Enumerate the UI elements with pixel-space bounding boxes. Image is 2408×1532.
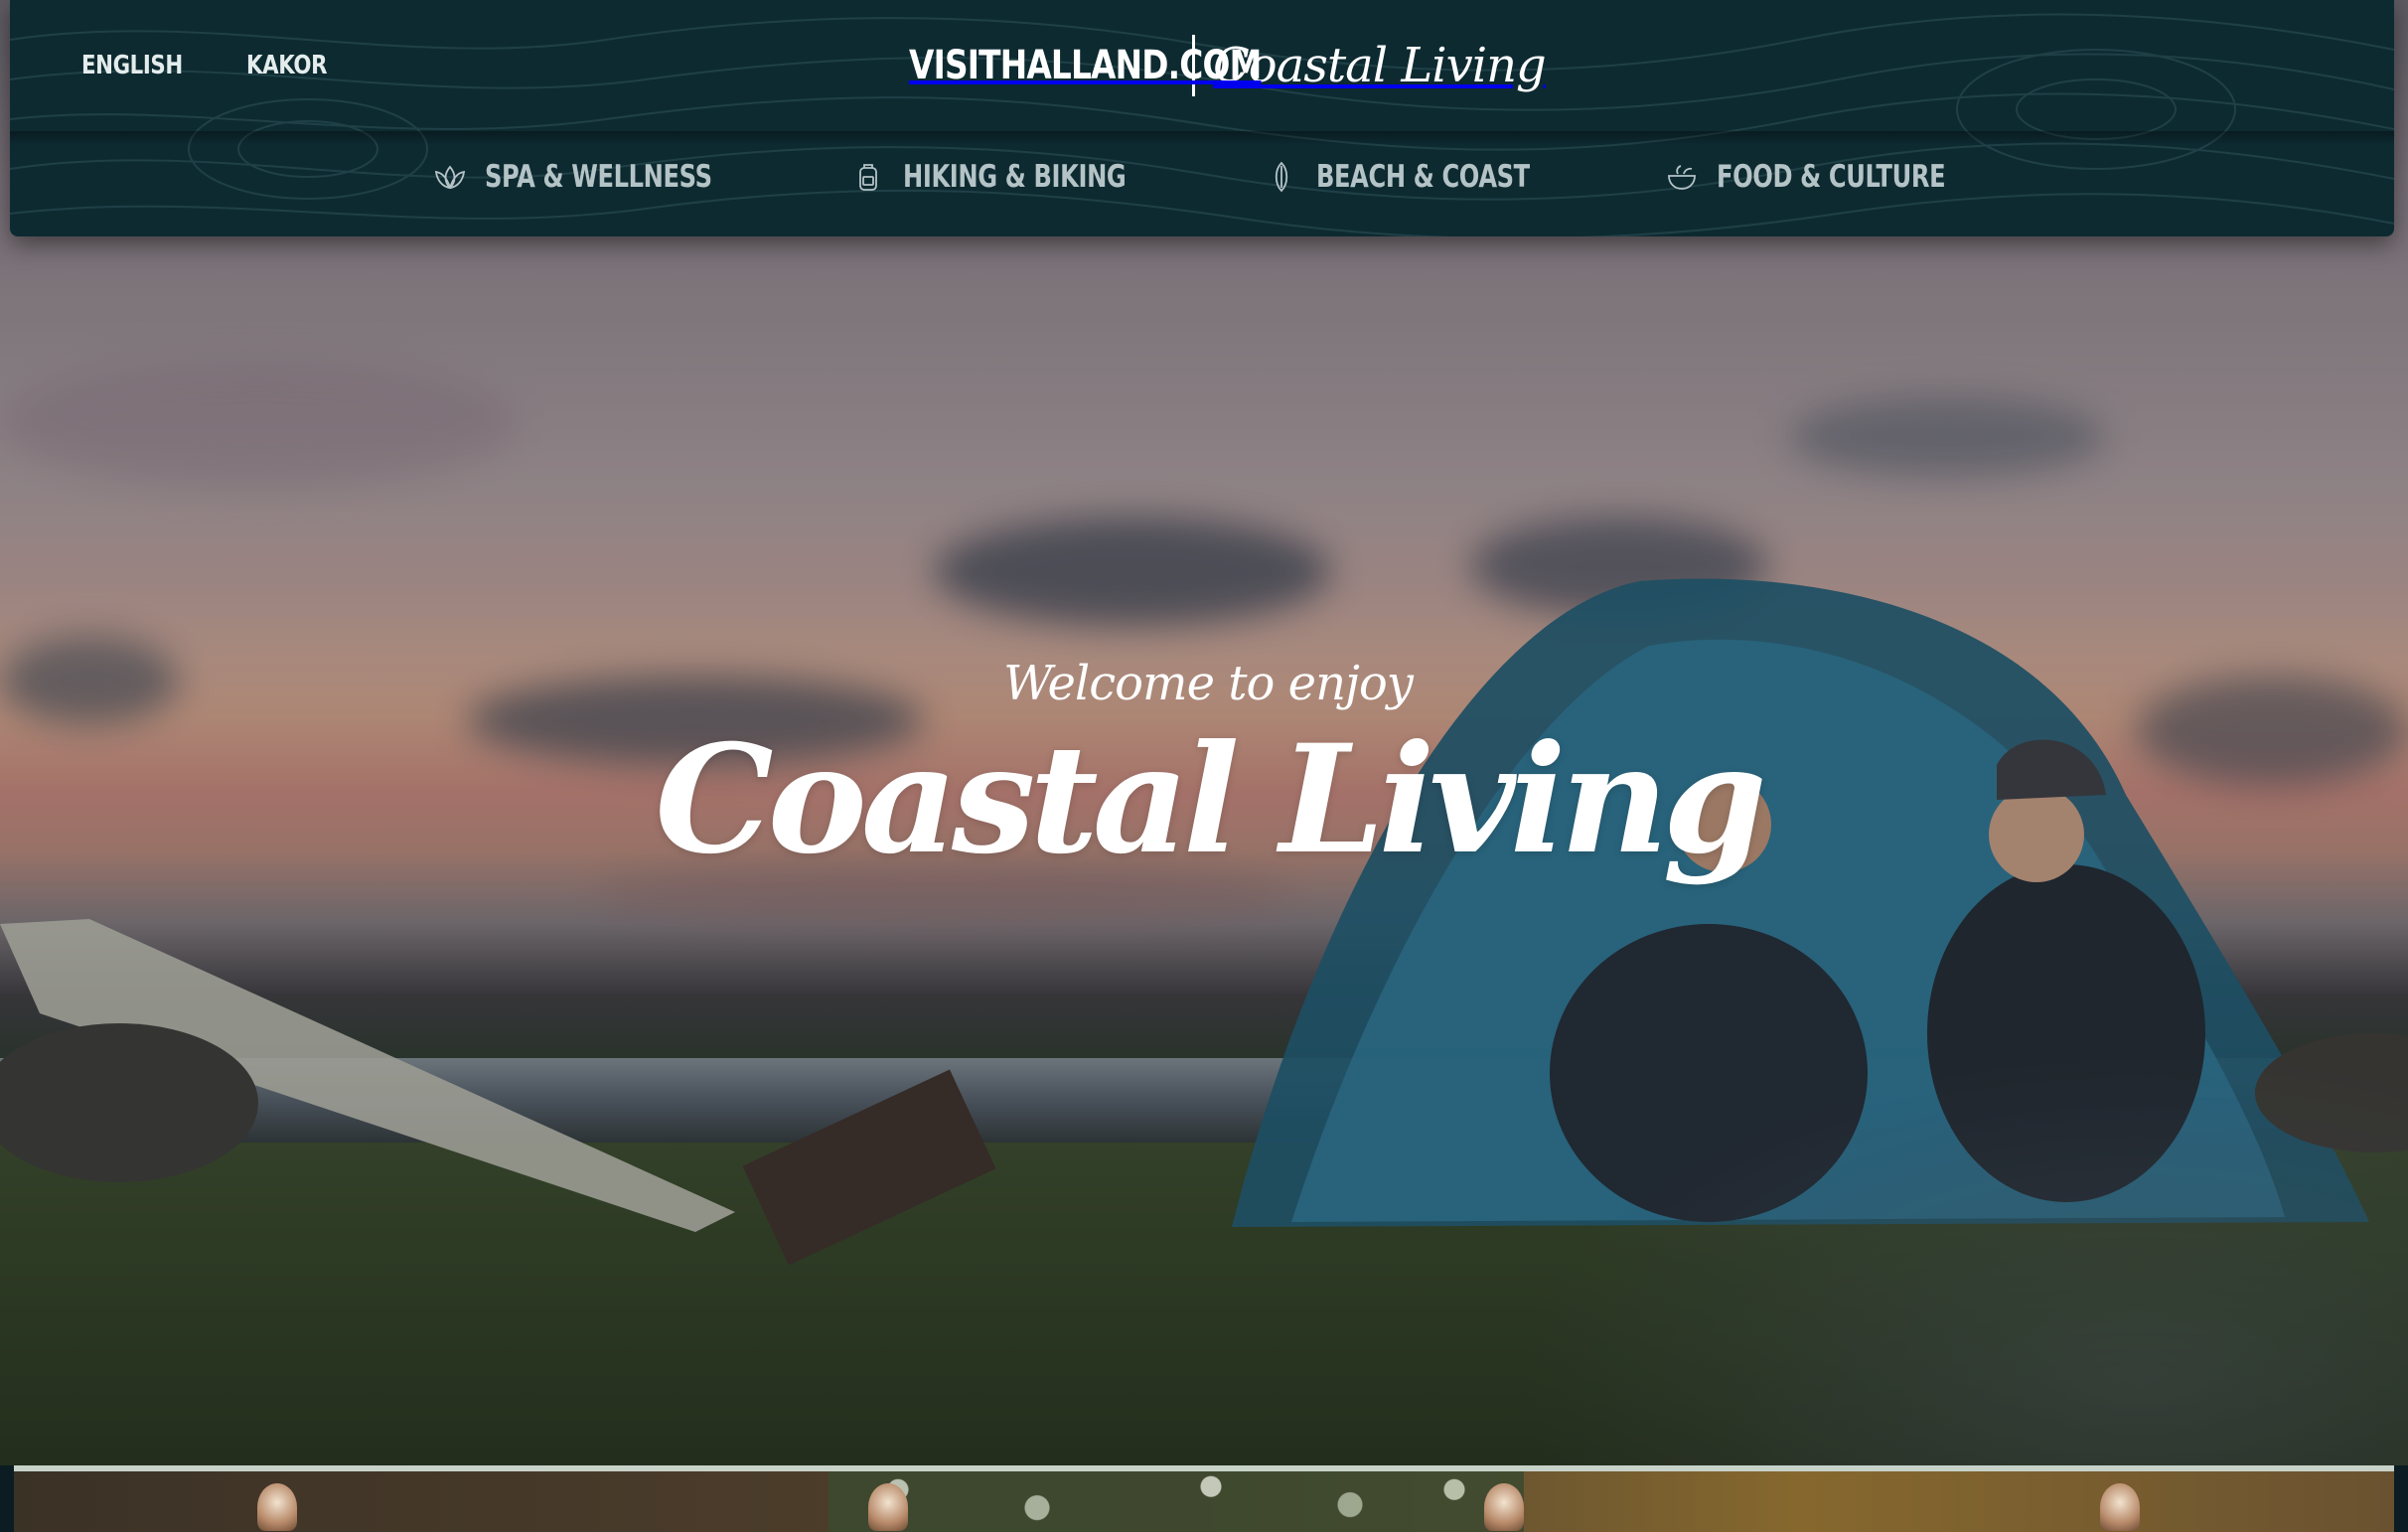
nav-label: BEACH & COAST (1316, 159, 1530, 195)
site-logo[interactable]: VISITHALLAND.COM Coastal Living (909, 30, 1547, 101)
hero-welcome-text: Welcome to enjoy (1003, 656, 1414, 711)
backpack-icon (859, 164, 878, 191)
next-section-image (14, 1465, 2394, 1532)
language-english-link[interactable]: ENGLISH (81, 51, 183, 80)
cookies-link[interactable]: KAKOR (246, 51, 327, 80)
nav-item-food-culture[interactable]: FOOD & CULTURE (1665, 159, 2010, 195)
nav-item-spa-wellness[interactable]: SPA & WELLNESS (433, 159, 776, 195)
nav-item-hiking-biking[interactable]: HIKING & BIKING (851, 159, 1189, 195)
lotus-icon (435, 165, 466, 190)
nav-label: FOOD & CULTURE (1717, 159, 1946, 195)
bowl-icon (1668, 165, 1697, 190)
language-links: ENGLISH KAKOR (81, 51, 345, 80)
main-nav: SPA & WELLNESS HIKING & BIKING BEACH & C… (10, 159, 2394, 195)
site-header: ENGLISH KAKOR VISITHALLAND.COM Coastal L… (10, 0, 2394, 236)
nav-label: HIKING & BIKING (903, 159, 1127, 195)
hero-title: Coastal Living (655, 712, 1766, 887)
nav-item-beach-coast[interactable]: BEACH & COAST (1265, 159, 1589, 195)
nav-label: SPA & WELLNESS (485, 159, 712, 195)
brand-script: Coastal Living (1213, 38, 1547, 93)
site-name: VISITHALLAND.COM (909, 43, 1262, 88)
surfboard-icon (1275, 161, 1288, 193)
